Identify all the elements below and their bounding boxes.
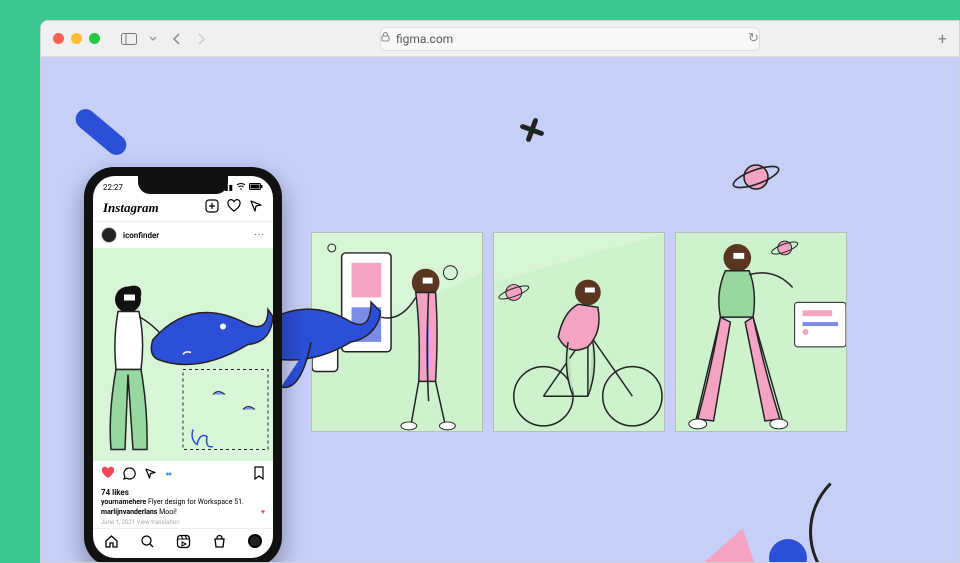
minimize-window-button[interactable] <box>71 33 82 44</box>
activity-heart-icon[interactable] <box>227 198 241 217</box>
profile-tab-icon[interactable] <box>248 534 262 548</box>
refresh-icon[interactable]: ↻ <box>748 31 759 46</box>
post-actions: •• <box>93 461 273 488</box>
bottom-tab-bar <box>93 528 273 558</box>
frame-vr-gaming[interactable] <box>675 232 847 432</box>
wifi-icon <box>236 182 246 192</box>
lock-icon <box>381 32 390 45</box>
like-heart-icon[interactable] <box>101 466 115 483</box>
chevron-down-icon[interactable] <box>144 35 162 43</box>
frame-cycling[interactable] <box>493 232 665 432</box>
share-icon[interactable] <box>144 467 157 483</box>
plus-icon <box>519 117 545 147</box>
carousel-indicator-icon: •• <box>165 467 170 483</box>
post-header: iconfinder ··· <box>93 222 273 248</box>
post-username[interactable]: iconfinder <box>123 231 159 240</box>
saturn-icon <box>731 157 781 201</box>
battery-icon <box>249 183 263 192</box>
likes-count[interactable]: 74 likes <box>93 488 273 497</box>
decoration-arc <box>809 462 949 562</box>
new-post-icon[interactable] <box>205 198 219 217</box>
window-controls <box>53 33 100 44</box>
comment-text: Mooi! <box>159 508 177 516</box>
messages-icon[interactable] <box>249 198 263 217</box>
comment-like-icon[interactable]: ♥ <box>261 508 265 516</box>
phone-mockup: 22:27 ▮▮▮ Instagram <box>84 167 282 562</box>
comment-row: marlijnvanderlans Mooi! ♥ <box>93 507 273 517</box>
phone-screen: 22:27 ▮▮▮ Instagram <box>93 176 273 558</box>
avatar[interactable] <box>101 227 117 243</box>
back-button[interactable] <box>168 33 186 45</box>
instagram-header: Instagram <box>93 194 273 222</box>
url-text: figma.com <box>396 32 453 46</box>
phone-notch <box>138 176 228 194</box>
status-time: 22:27 <box>103 183 123 192</box>
address-bar[interactable]: figma.com ↻ <box>380 27 760 51</box>
close-window-button[interactable] <box>53 33 64 44</box>
post-date: June 1, 2021 View translation <box>93 517 273 528</box>
nav-buttons <box>120 33 210 45</box>
browser-toolbar: figma.com ↻ + <box>41 21 959 57</box>
reels-tab-icon[interactable] <box>176 534 191 552</box>
shop-tab-icon[interactable] <box>212 534 227 552</box>
sidebar-toggle-icon[interactable] <box>120 33 138 45</box>
maximize-window-button[interactable] <box>89 33 100 44</box>
view-translation-link[interactable]: View translation <box>137 519 180 526</box>
comment-icon[interactable] <box>123 467 136 483</box>
instagram-logo[interactable]: Instagram <box>103 200 159 216</box>
caption-username[interactable]: yournamehere <box>101 498 146 506</box>
bookmark-icon[interactable] <box>253 466 265 483</box>
post-image[interactable] <box>93 248 273 461</box>
caption-text: Flyer design for Workspace 51. <box>148 498 244 506</box>
comment-username[interactable]: marlijnvanderlans <box>101 508 157 516</box>
browser-window: figma.com ↻ + <box>40 20 960 563</box>
new-tab-button[interactable]: + <box>938 29 947 48</box>
figma-canvas[interactable]: 22:27 ▮▮▮ Instagram <box>41 57 959 562</box>
more-options-icon[interactable]: ··· <box>254 230 265 241</box>
post-caption: yournamehere Flyer design for Workspace … <box>93 497 273 507</box>
home-tab-icon[interactable] <box>104 534 119 552</box>
forward-button[interactable] <box>192 33 210 45</box>
decoration-blob <box>72 105 131 159</box>
search-tab-icon[interactable] <box>140 534 155 552</box>
design-frames <box>311 232 847 432</box>
date-text: June 1, 2021 <box>101 519 135 526</box>
